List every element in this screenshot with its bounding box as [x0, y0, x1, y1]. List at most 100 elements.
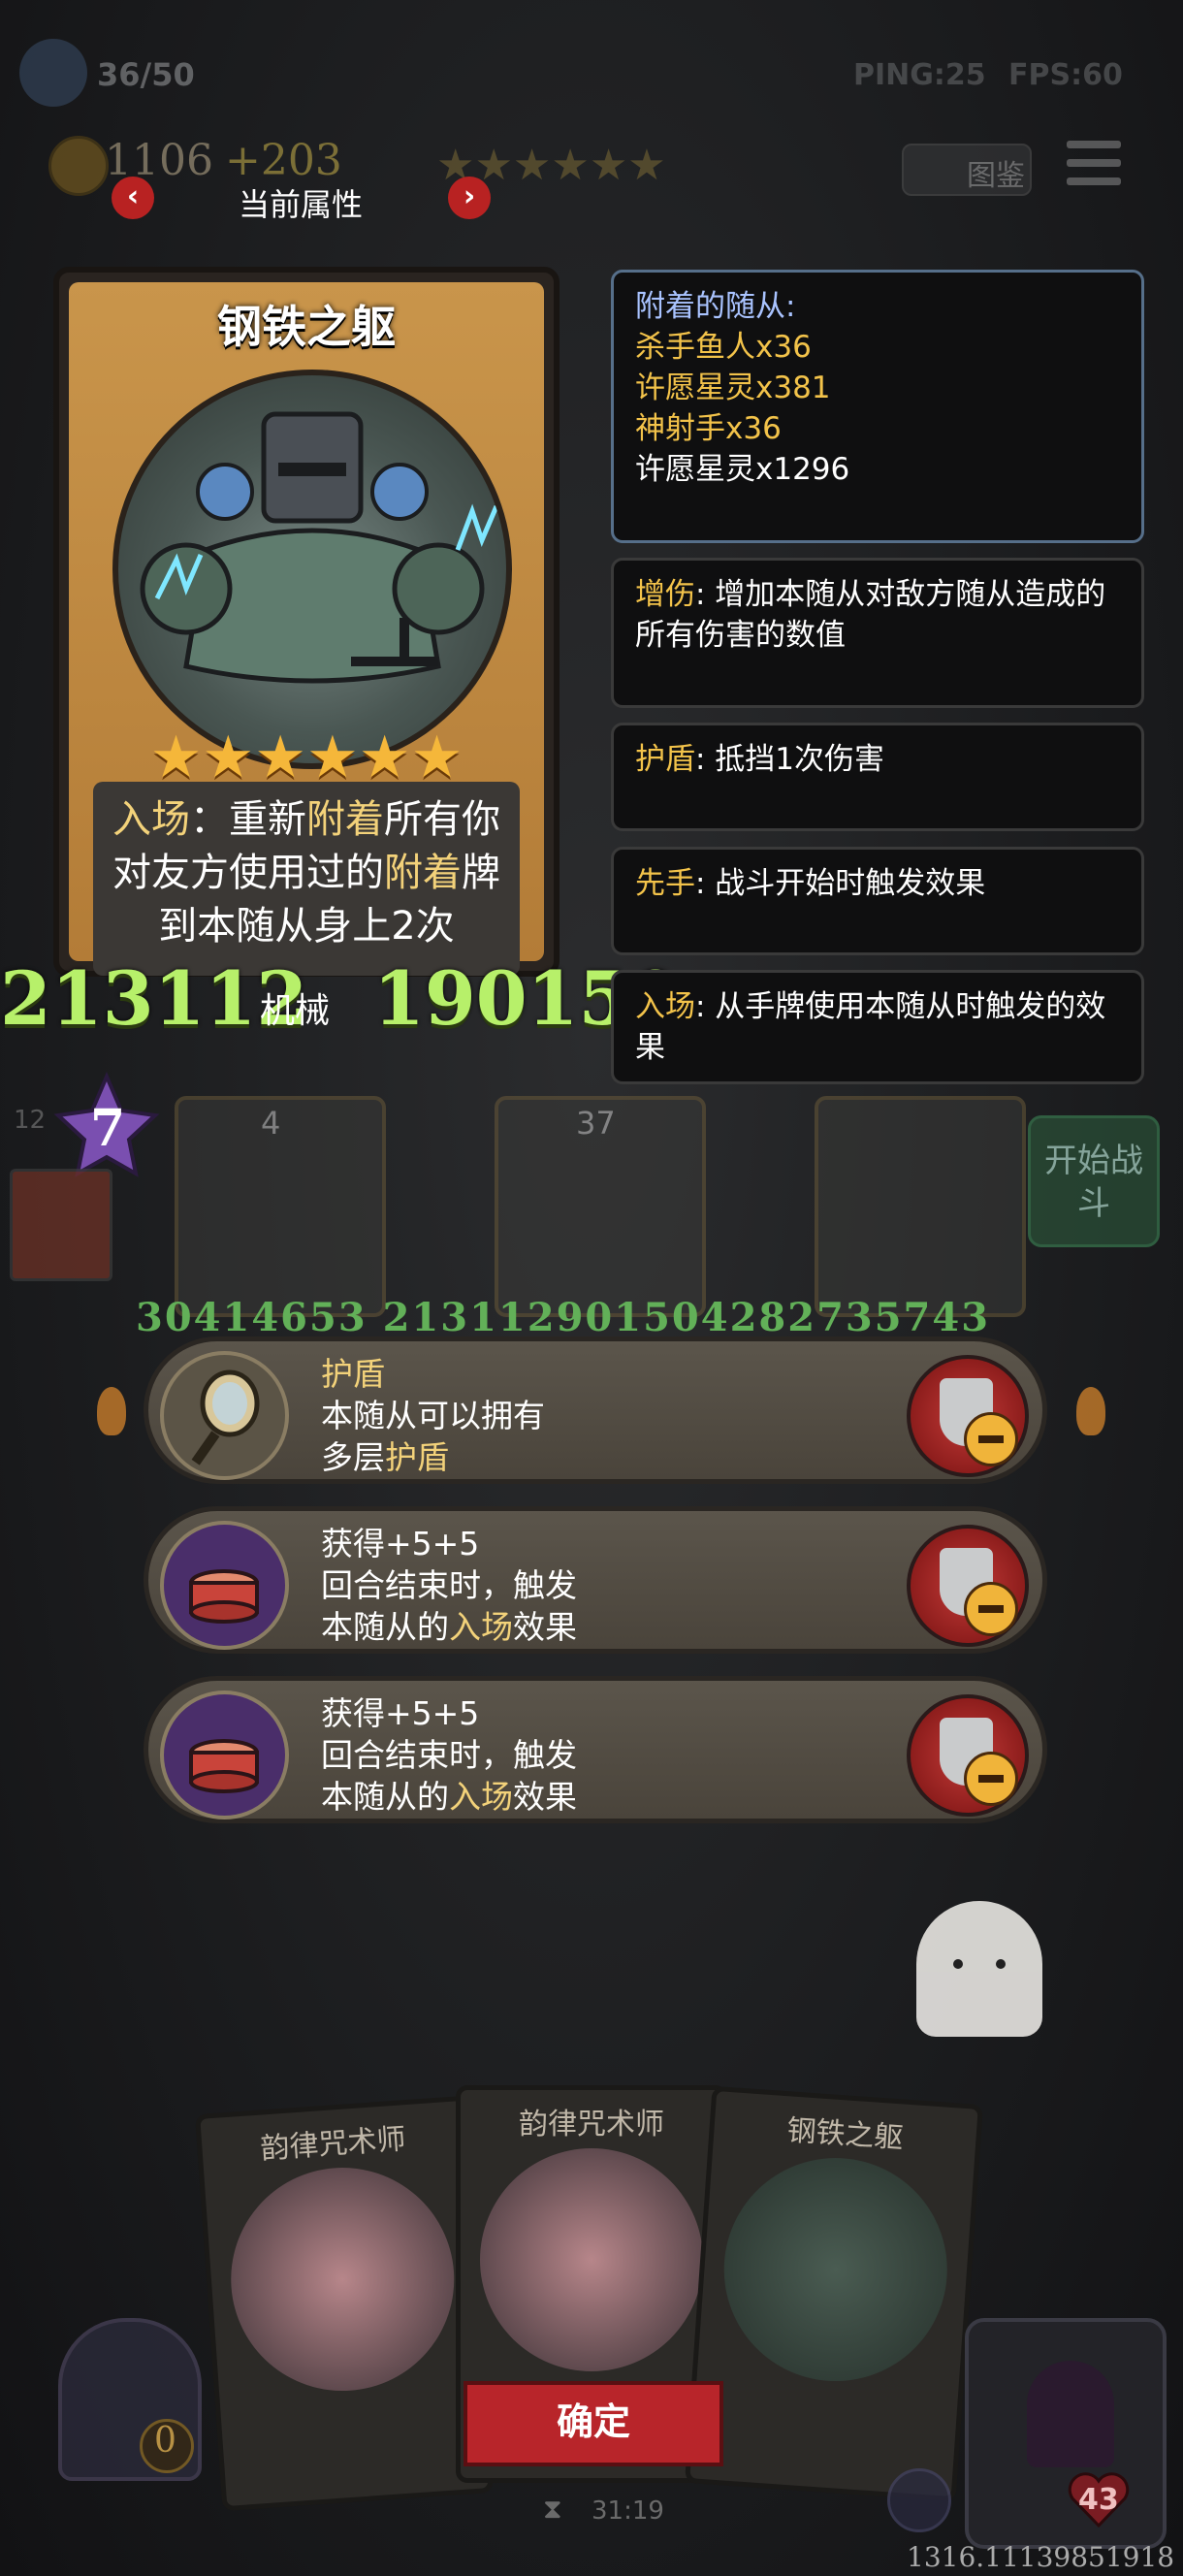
board-stats-row: 30414653 213112901504282735743	[136, 1295, 991, 1340]
ability-title: 获得+5+5	[321, 1525, 480, 1562]
menu-icon[interactable]	[1067, 141, 1121, 189]
ability-line: 多层护盾	[321, 1436, 545, 1478]
card-portrait	[112, 370, 512, 769]
desc-text: ：重新	[190, 797, 306, 842]
population-counter: 36/50	[97, 56, 195, 93]
keyword-text: : 从手牌使用本随从时触发的效果	[635, 989, 1106, 1065]
attached-count: x36	[755, 330, 812, 365]
keyword-entry: 入场	[112, 797, 190, 842]
attached-name: 杀手鱼人	[635, 330, 755, 365]
hero-health: 43	[1078, 2483, 1119, 2517]
drum-icon	[160, 1690, 289, 1819]
board-minion-3[interactable]	[815, 1096, 1026, 1317]
board-minion-1[interactable]: 4	[175, 1096, 386, 1317]
ability-keyword: 护盾	[385, 1438, 449, 1476]
ability-line: 本随从的入场效果	[321, 1606, 577, 1648]
ability-panel-buff-1: 获得+5+5 回合结束时，触发 本随从的入场效果	[144, 1506, 1047, 1654]
remove-shield-button[interactable]	[907, 1355, 1029, 1477]
torch-flame-icon	[1076, 1387, 1105, 1435]
guide-button[interactable]: 图鉴	[902, 144, 1032, 196]
coin-chest[interactable]: 0	[58, 2318, 202, 2481]
hand-card-3[interactable]: 钢铁之躯	[685, 2085, 983, 2502]
minion-cost: 4	[261, 1105, 281, 1142]
ability-line: 本随从可以拥有	[321, 1397, 545, 1434]
ability-text-part: 多层	[321, 1438, 385, 1476]
gold-gain: +203	[225, 136, 342, 185]
ability-line: 本随从的入场效果	[321, 1776, 577, 1818]
hand-card-1[interactable]: 韵律咒术师	[195, 2095, 494, 2512]
ability-title: 护盾	[321, 1355, 385, 1393]
start-battle-label: 开始战斗	[1044, 1142, 1143, 1223]
keyword-attach: 附着	[306, 797, 384, 842]
hand-card-title: 韵律咒术师	[259, 2122, 407, 2167]
star-icon: ★	[589, 141, 628, 190]
gold-coin-icon	[48, 136, 109, 196]
current-attributes-label: 当前属性	[238, 186, 363, 223]
ability-text: 护盾 本随从可以拥有 多层护盾	[321, 1353, 545, 1478]
guide-label: 图鉴	[967, 159, 1025, 193]
hero-avatar[interactable]	[965, 2318, 1167, 2549]
coin-count: 0	[154, 2421, 176, 2461]
armor-icon	[887, 2468, 951, 2532]
remove-buff-button[interactable]	[907, 1694, 1029, 1817]
keyword-box-entry: 入场: 从手牌使用本随从时触发的效果	[611, 970, 1144, 1084]
confirm-button[interactable]: 确定	[464, 2381, 723, 2466]
ability-text: 获得+5+5 回合结束时，触发 本随从的入场效果	[321, 1692, 577, 1818]
fps-readout: FPS:60	[1008, 58, 1123, 92]
attached-row: 神射手x36	[635, 408, 1120, 449]
start-battle-button[interactable]: 开始战斗	[1028, 1115, 1160, 1247]
keyword-text: : 战斗开始时触发效果	[695, 866, 986, 901]
ability-keyword: 入场	[449, 1778, 513, 1816]
keyword-attach: 附着	[384, 851, 462, 895]
hero-portrait[interactable]	[10, 1169, 112, 1281]
star-icon: ★	[512, 141, 552, 190]
ability-panel-shield: 护盾 本随从可以拥有 多层护盾	[144, 1336, 1047, 1484]
attached-count: x36	[725, 411, 782, 446]
ability-text-part: 本随从的	[321, 1778, 449, 1816]
ability-keyword: 入场	[449, 1608, 513, 1646]
torch-flame-icon	[97, 1387, 126, 1435]
tribe-label: 机械	[260, 991, 331, 1031]
remove-buff-button[interactable]	[907, 1525, 1029, 1647]
next-arrow-button[interactable]: ›	[448, 177, 491, 219]
hand-card-title: 韵律咒术师	[519, 2108, 664, 2141]
keyword-name: 护盾	[635, 742, 695, 777]
mirror-icon	[160, 1351, 289, 1480]
minus-icon	[964, 1412, 1018, 1466]
attached-name: 神射手	[635, 411, 725, 446]
keyword-text: : 增加本随从对敌方随从造成的所有伤害的数值	[635, 577, 1106, 653]
turn-timer: 31:19	[592, 2496, 664, 2526]
desc-text: 牌	[462, 851, 500, 895]
keyword-name: 入场	[635, 989, 695, 1024]
keyword-name: 先手	[635, 866, 695, 901]
keyword-box-first-strike: 先手: 战斗开始时触发效果	[611, 847, 1144, 955]
ability-text-part: 本随从的	[321, 1608, 449, 1646]
badge-left: 12	[14, 1106, 47, 1135]
desc-text: 对友方使用过的	[112, 851, 384, 895]
ghost-mascot[interactable]	[916, 1901, 1042, 2037]
card-title: 钢铁之躯	[217, 301, 396, 353]
tier-badge: 7	[53, 1071, 160, 1178]
board-minion-2[interactable]: 37	[495, 1096, 706, 1317]
attached-name: 许愿星灵	[635, 370, 755, 405]
star-icon: ★	[627, 141, 666, 190]
hand-card-portrait	[480, 2148, 703, 2371]
attached-count: x381	[755, 370, 831, 405]
star-icon: ★	[551, 141, 590, 190]
attached-count: x1296	[755, 452, 850, 487]
card-description: 入场：重新附着所有你 对友方使用过的附着牌 到本随从身上2次	[93, 782, 520, 976]
minion-cost: 37	[576, 1105, 616, 1142]
tier-number: 7	[90, 1099, 126, 1158]
keyword-text: : 抵挡1次伤害	[695, 742, 885, 777]
gold-amount: 1106	[105, 136, 213, 185]
attached-row: 许愿星灵x381	[635, 368, 1120, 408]
ability-text: 获得+5+5 回合结束时，触发 本随从的入场效果	[321, 1523, 577, 1648]
ability-line: 回合结束时，触发	[321, 1566, 577, 1604]
keyword-box-shield: 护盾: 抵挡1次伤害	[611, 723, 1144, 831]
attached-minions-box: 附着的随从: 杀手鱼人x36 许愿星灵x381 神射手x36 许愿星灵x1296	[611, 270, 1144, 543]
card-desc-line-1: 入场：重新附着所有你	[93, 793, 520, 847]
minus-icon	[964, 1582, 1018, 1636]
prev-arrow-button[interactable]: ‹	[112, 177, 154, 219]
ability-panel-buff-2: 获得+5+5 回合结束时，触发 本随从的入场效果	[144, 1676, 1047, 1823]
card-desc-line-2: 对友方使用过的附着牌	[93, 847, 520, 900]
